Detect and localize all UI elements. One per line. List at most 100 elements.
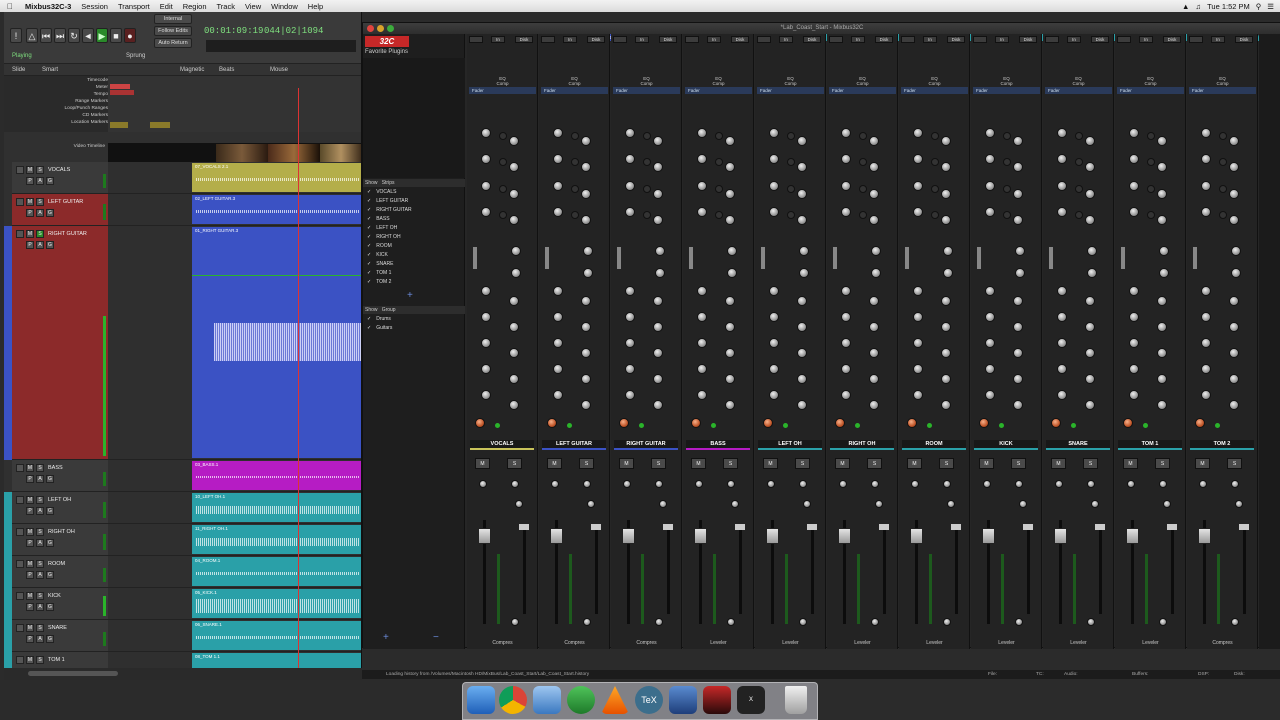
menu-edit[interactable]: Edit bbox=[155, 2, 178, 11]
comp-knob[interactable] bbox=[841, 364, 851, 374]
group-button[interactable]: G bbox=[46, 571, 54, 579]
eq-gain-knob[interactable] bbox=[625, 154, 635, 164]
comp-knob[interactable] bbox=[1129, 338, 1139, 348]
eq-freq-knob[interactable] bbox=[797, 136, 807, 146]
eq-freq-knob[interactable] bbox=[725, 162, 735, 172]
input-button[interactable]: In bbox=[851, 36, 865, 43]
rec-arm-button[interactable] bbox=[16, 198, 24, 206]
location-marker-2[interactable] bbox=[150, 122, 170, 128]
comp-knob[interactable] bbox=[625, 312, 635, 322]
processor-box[interactable]: EQ Comp bbox=[685, 76, 752, 86]
ratio-knob[interactable] bbox=[1231, 618, 1239, 626]
pan-knob[interactable] bbox=[659, 500, 667, 508]
comp-knob[interactable] bbox=[1129, 312, 1139, 322]
strip-name[interactable]: ROOM bbox=[902, 440, 966, 448]
playlist-button[interactable]: P bbox=[26, 539, 34, 547]
strip-name[interactable]: SNARE bbox=[1046, 440, 1110, 448]
send-knob[interactable] bbox=[509, 296, 519, 306]
pan-knob[interactable] bbox=[515, 500, 523, 508]
eq-gain-knob[interactable] bbox=[697, 154, 707, 164]
mute-button[interactable]: M bbox=[26, 230, 34, 238]
fader-processor[interactable]: Fader bbox=[1189, 87, 1256, 94]
solo-button[interactable]: S bbox=[939, 458, 954, 469]
comp-knob[interactable] bbox=[1057, 390, 1067, 400]
solo-button[interactable]: S bbox=[36, 230, 44, 238]
disk-button[interactable]: Disk bbox=[1235, 36, 1253, 43]
input-monitor-button[interactable] bbox=[613, 36, 627, 43]
comp-threshold-knob[interactable] bbox=[727, 480, 735, 488]
menu-transport[interactable]: Transport bbox=[113, 2, 155, 11]
mute-button[interactable]: M bbox=[26, 198, 34, 206]
fader-processor[interactable]: Fader bbox=[469, 87, 536, 94]
lpf-knob[interactable] bbox=[727, 268, 737, 278]
send-knob[interactable] bbox=[1157, 322, 1167, 332]
master-send-knob[interactable] bbox=[691, 418, 701, 428]
ruler-area[interactable] bbox=[108, 76, 361, 132]
eq-freq-knob[interactable] bbox=[653, 162, 663, 172]
input-button[interactable]: In bbox=[563, 36, 577, 43]
comp-knob[interactable] bbox=[1057, 364, 1067, 374]
disk-button[interactable]: Disk bbox=[875, 36, 893, 43]
fader-knob[interactable] bbox=[982, 528, 995, 544]
eq-freq-knob[interactable] bbox=[653, 189, 663, 199]
comp-threshold-knob[interactable] bbox=[655, 480, 663, 488]
fader-processor[interactable]: Fader bbox=[541, 87, 608, 94]
send-knob[interactable] bbox=[509, 374, 519, 384]
solo-button[interactable]: S bbox=[36, 656, 44, 664]
chrome-icon[interactable] bbox=[499, 686, 527, 714]
comp-knob[interactable] bbox=[1201, 286, 1211, 296]
processor-box[interactable]: EQ Comp bbox=[541, 76, 608, 86]
send-knob[interactable] bbox=[653, 296, 663, 306]
eq-freq-knob[interactable] bbox=[1229, 189, 1239, 199]
automation-button[interactable]: A bbox=[36, 507, 44, 515]
play-button[interactable]: ▶ bbox=[96, 28, 108, 43]
menu-help[interactable]: Help bbox=[303, 2, 328, 11]
pan-knob[interactable] bbox=[803, 500, 811, 508]
input-button[interactable]: In bbox=[1211, 36, 1225, 43]
eq-gain-knob[interactable] bbox=[697, 181, 707, 191]
track-header[interactable]: M S RIGHT GUITAR P A G bbox=[12, 226, 108, 460]
pan-knob[interactable] bbox=[1019, 500, 1027, 508]
lpf-knob[interactable] bbox=[799, 268, 809, 278]
audio-region[interactable]: 10_LEFT OH.1 bbox=[192, 493, 361, 522]
ratio-knob[interactable] bbox=[1015, 618, 1023, 626]
send-enable-icon[interactable] bbox=[639, 423, 644, 428]
eq-freq-knob[interactable] bbox=[653, 136, 663, 146]
eq-gain-knob[interactable] bbox=[1057, 181, 1067, 191]
send-enable-icon[interactable] bbox=[999, 423, 1004, 428]
checkbox-icon[interactable]: ✓ bbox=[367, 207, 371, 213]
send-enable-icon[interactable] bbox=[495, 423, 500, 428]
eq-gain-knob[interactable] bbox=[769, 207, 779, 217]
send-knob[interactable] bbox=[581, 322, 591, 332]
eq-gain-knob[interactable] bbox=[1201, 181, 1211, 191]
hpf-knob[interactable] bbox=[583, 246, 593, 256]
auto-return-button[interactable]: Auto Return bbox=[154, 38, 192, 48]
zoom-icon[interactable] bbox=[387, 25, 394, 32]
disk-button[interactable]: Disk bbox=[1163, 36, 1181, 43]
send-knob[interactable] bbox=[1229, 348, 1239, 358]
trim-knob[interactable] bbox=[623, 480, 631, 488]
input-monitor-button[interactable] bbox=[469, 36, 483, 43]
comp-knob[interactable] bbox=[1057, 286, 1067, 296]
hpf-knob[interactable] bbox=[727, 246, 737, 256]
comp-knob[interactable] bbox=[697, 364, 707, 374]
rec-arm-button[interactable] bbox=[16, 230, 24, 238]
tex-icon[interactable]: TeX bbox=[635, 686, 663, 714]
menu-app[interactable]: Mixbus32C-3 bbox=[20, 2, 76, 11]
track-lane[interactable]: 10_LEFT OH.1 bbox=[108, 492, 361, 524]
trim-knob[interactable] bbox=[1127, 480, 1135, 488]
strip-name[interactable]: RIGHT GUITAR bbox=[614, 440, 678, 448]
eq-freq-knob[interactable] bbox=[941, 136, 951, 146]
ratio-knob[interactable] bbox=[799, 618, 807, 626]
secondary-clock[interactable]: 044|02|1094 bbox=[264, 26, 323, 36]
comp-knob[interactable] bbox=[1201, 390, 1211, 400]
hpf-knob[interactable] bbox=[871, 246, 881, 256]
input-button[interactable]: In bbox=[635, 36, 649, 43]
comp-meter-cap[interactable] bbox=[591, 524, 601, 530]
checkbox-icon[interactable]: ✓ bbox=[367, 252, 371, 258]
send-knob[interactable] bbox=[797, 322, 807, 332]
processor-box[interactable]: EQ Comp bbox=[829, 76, 896, 86]
group-list-item[interactable]: ✓ Drums bbox=[367, 316, 391, 322]
rec-arm-button[interactable] bbox=[16, 560, 24, 568]
trim-knob[interactable] bbox=[695, 480, 703, 488]
